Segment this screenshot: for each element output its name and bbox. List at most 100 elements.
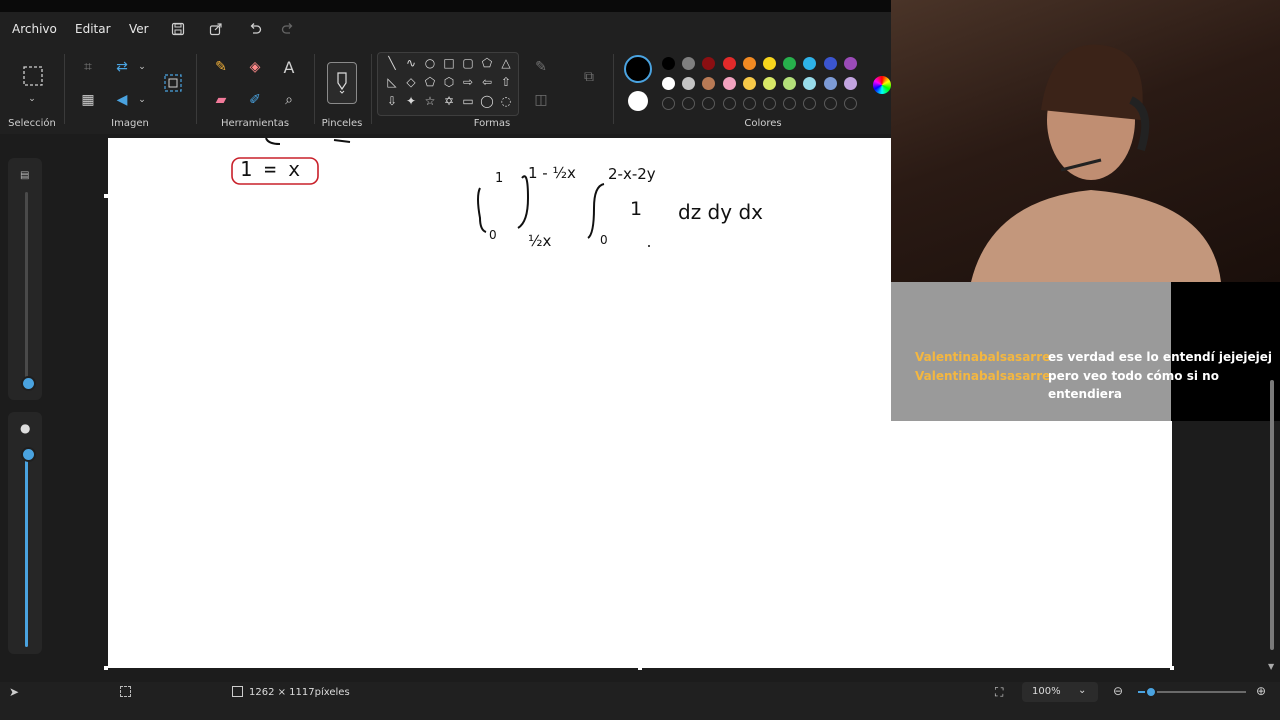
color-swatch[interactable]	[682, 77, 696, 90]
empty-color-swatch[interactable]	[823, 97, 837, 110]
edit-colors-icon[interactable]	[873, 76, 891, 94]
pentagon-shape-icon[interactable]: ⬠	[422, 75, 438, 89]
text-tool-icon[interactable]: A	[278, 56, 300, 78]
color-swatch[interactable]	[662, 77, 675, 90]
color-swatch[interactable]	[783, 57, 797, 70]
image-frame-icon[interactable]	[162, 72, 184, 94]
undo-icon[interactable]	[245, 19, 265, 39]
selection-chevron-down-icon[interactable]: ⌄	[21, 88, 43, 110]
color-swatch[interactable]	[823, 77, 837, 90]
rectangle-shape-icon[interactable]: □	[441, 56, 457, 70]
zoom-slider-knob[interactable]	[1144, 686, 1157, 698]
rotate-chevron-down-icon[interactable]: ⌄	[131, 89, 153, 111]
hexagon-shape-icon[interactable]: ⬡	[441, 75, 457, 89]
crop-icon[interactable]: ⌗	[77, 56, 99, 78]
secondary-color-swatch[interactable]	[628, 91, 648, 111]
oval-shape-icon[interactable]: ○	[422, 56, 438, 70]
zoom-in-icon[interactable]: ⊕	[1256, 684, 1266, 698]
rounded-rectangle-shape-icon[interactable]: ▢	[460, 56, 476, 70]
opacity-slider-knob[interactable]	[21, 447, 36, 462]
scroll-down-arrow-icon[interactable]: ▼	[1268, 662, 1274, 671]
arrow-left-shape-icon[interactable]: ⇦	[479, 75, 495, 89]
empty-color-swatch[interactable]	[682, 97, 696, 110]
primary-color-swatch[interactable]	[624, 55, 652, 83]
fill-bucket-icon[interactable]: ◈	[244, 56, 266, 78]
empty-color-swatch[interactable]	[763, 97, 776, 110]
redo-icon[interactable]	[278, 19, 298, 39]
menu-editar[interactable]: Editar	[75, 22, 111, 36]
resize-handle-bottom-right[interactable]	[1170, 666, 1174, 670]
color-swatch[interactable]	[763, 77, 776, 90]
polygon-shape-icon[interactable]: ⬠	[479, 56, 495, 70]
empty-color-swatch[interactable]	[783, 97, 797, 110]
magnifier-icon[interactable]: ⌕	[278, 89, 300, 111]
color-swatch[interactable]	[662, 57, 675, 70]
menu-archivo[interactable]: Archivo	[12, 22, 57, 36]
shape-outline-icon[interactable]: ✎	[530, 56, 552, 78]
color-swatch[interactable]	[803, 57, 817, 70]
empty-color-swatch[interactable]	[662, 97, 675, 110]
six-point-star-shape-icon[interactable]: ✡	[441, 94, 457, 108]
callout-oval-shape-icon[interactable]: ◯	[479, 94, 495, 108]
resize-chevron-down-icon[interactable]: ⌄	[131, 56, 153, 78]
shape-fill-icon[interactable]: ◫	[530, 89, 552, 111]
layers-icon[interactable]: ⧉	[578, 66, 600, 88]
color-swatch[interactable]	[722, 57, 736, 70]
curve-shape-icon[interactable]: ∿	[403, 56, 419, 70]
brush-icon[interactable]	[327, 62, 357, 104]
color-swatch[interactable]	[783, 77, 797, 90]
share-icon[interactable]	[206, 19, 226, 39]
empty-color-swatch[interactable]	[803, 97, 817, 110]
arrow-right-shape-icon[interactable]: ⇨	[460, 75, 476, 89]
streamer-torso	[971, 190, 1221, 282]
save-icon[interactable]	[168, 19, 188, 39]
color-swatch[interactable]	[742, 77, 756, 90]
empty-color-swatch[interactable]	[742, 97, 756, 110]
callout-rect-shape-icon[interactable]: ▭	[460, 94, 476, 108]
color-swatch[interactable]	[763, 57, 776, 70]
zoom-select[interactable]: 100% ⌄	[1022, 682, 1098, 702]
vertical-scrollbar[interactable]	[1270, 380, 1274, 650]
color-swatch[interactable]	[742, 57, 756, 70]
arrow-down-shape-icon[interactable]: ⇩	[384, 94, 400, 108]
five-point-star-shape-icon[interactable]: ☆	[422, 94, 438, 108]
color-swatch[interactable]	[682, 57, 696, 70]
selection-rectangle-icon[interactable]	[21, 64, 45, 88]
color-swatch[interactable]	[843, 77, 857, 90]
differentials: dz dy dx	[678, 200, 763, 224]
four-point-star-shape-icon[interactable]: ✦	[403, 94, 419, 108]
color-swatch[interactable]	[722, 77, 736, 90]
color-swatch[interactable]	[702, 77, 716, 90]
size-slider-track[interactable]	[25, 192, 28, 382]
eraser-icon[interactable]: ▰	[210, 89, 232, 111]
callout-cloud-shape-icon[interactable]: ◌	[498, 94, 514, 108]
empty-color-swatch[interactable]	[702, 97, 716, 110]
color-picker-icon[interactable]: ✐	[244, 89, 266, 111]
resize-icon[interactable]: ⇄	[111, 56, 133, 78]
triangle-shape-icon[interactable]: △	[498, 56, 514, 70]
zoom-out-icon[interactable]: ⊖	[1113, 684, 1123, 698]
line-shape-icon[interactable]: ╲	[384, 56, 400, 70]
empty-color-swatch[interactable]	[843, 97, 857, 110]
rotate-icon[interactable]: ◀	[111, 89, 133, 111]
pencil-icon[interactable]: ✎	[210, 56, 232, 78]
color-swatch[interactable]	[803, 77, 817, 90]
resize-handle-bottom[interactable]	[638, 666, 642, 670]
brush-size-icon: ▤	[20, 170, 30, 181]
image-grid-icon[interactable]: ▦	[77, 89, 99, 111]
diamond-shape-icon[interactable]: ◇	[403, 75, 419, 89]
arrow-up-shape-icon[interactable]: ⇧	[498, 75, 514, 89]
resize-handle-bottom-left[interactable]	[104, 666, 108, 670]
resize-handle-left[interactable]	[104, 194, 108, 198]
menu-ver[interactable]: Ver	[129, 22, 149, 36]
right-triangle-shape-icon[interactable]: ◺	[384, 75, 400, 89]
opacity-slider-fill[interactable]	[25, 452, 28, 647]
color-swatch[interactable]	[823, 57, 837, 70]
size-slider-knob[interactable]	[21, 376, 36, 391]
empty-color-swatch[interactable]	[722, 97, 736, 110]
fit-to-window-icon[interactable]: ⛶	[995, 685, 1003, 700]
color-swatch[interactable]	[702, 57, 716, 70]
color-swatch[interactable]	[843, 57, 857, 70]
chat-message: pero veo todo cómo si no	[1048, 369, 1219, 383]
zoom-chevron-down-icon: ⌄	[1078, 685, 1087, 696]
